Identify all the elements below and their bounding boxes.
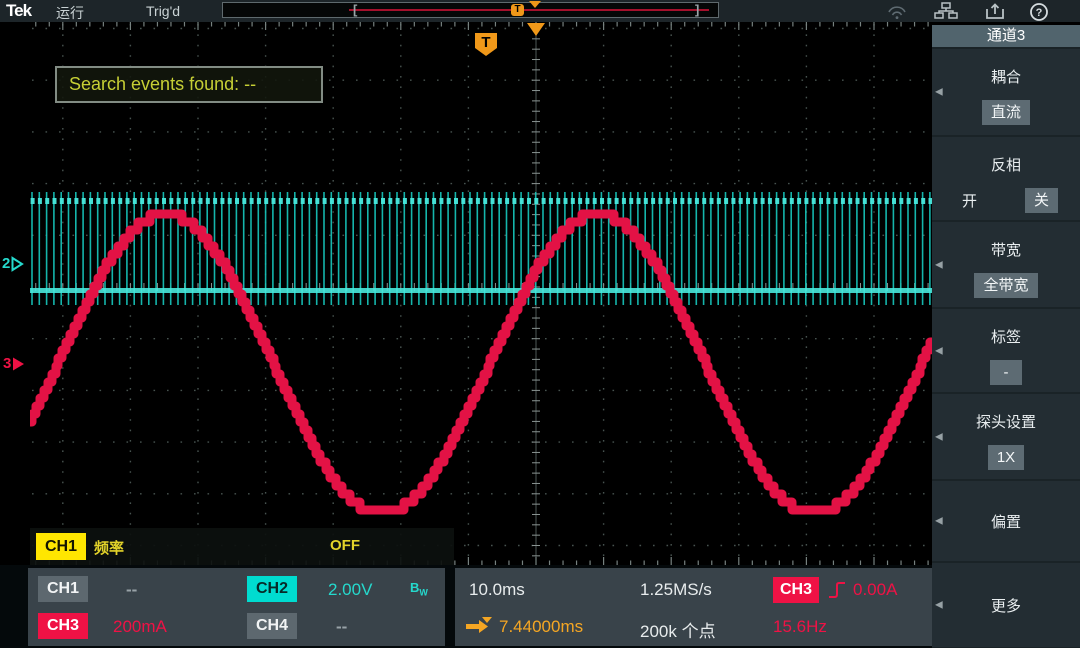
trigger-frequency-value: 15.6Hz (773, 617, 827, 637)
ch3-marker-label: 3 (3, 355, 11, 372)
measurement-type-label: 频率 (94, 537, 124, 558)
record-view-expansion-icon[interactable] (529, 1, 541, 8)
channel-readout-panel: CH1 -- CH2 2.00V BW CH3 200mA CH4 -- (28, 568, 445, 646)
record-view-bracket-right: ] (695, 2, 699, 17)
softkey-arrow-icon: ◀ (935, 516, 943, 527)
tek-logo: Tek (6, 1, 31, 21)
trigger-level-value: 0.00A (853, 580, 897, 600)
ch2-marker-arrow-icon (11, 256, 24, 272)
label-label: 标签 (991, 326, 1021, 347)
ch1-scale-value: -- (126, 580, 137, 600)
ch2-bandwidth-limit-icon: BW (410, 580, 428, 598)
menu-section-bandwidth[interactable]: ◀ 带宽 全带宽 (932, 222, 1080, 307)
horizontal-scale-value: 10.0ms (469, 580, 525, 600)
delay-arrow-icon (465, 616, 493, 636)
measurement-value: OFF (330, 537, 360, 554)
softkey-arrow-icon: ◀ (935, 345, 943, 356)
waveform-display: T (30, 22, 932, 565)
record-length-value: 200k 个点 (640, 617, 716, 642)
menu-section-probe-setup[interactable]: ◀ 探头设置 1X (932, 394, 1080, 479)
ch4-badge[interactable]: CH4 (247, 613, 297, 639)
acquisition-status: 运行 (56, 3, 84, 23)
ch3-scale-value: 200mA (113, 617, 167, 637)
menu-title: 通道3 (932, 25, 1080, 47)
channel3-menu: 通道3 ◀ 耦合 直流 反相 开 关 ◀ 带宽 全带宽 ◀ 标签 - ◀ 探头设… (932, 25, 1080, 648)
measurement-strip[interactable]: CH1 频率 OFF (30, 528, 454, 565)
softkey-arrow-icon: ◀ (935, 259, 943, 270)
offset-label: 偏置 (991, 511, 1021, 532)
record-view-bar[interactable]: [ ] T (222, 2, 719, 18)
search-events-banner: Search events found: -- (55, 66, 323, 103)
softkey-arrow-icon: ◀ (935, 431, 943, 442)
trigger-source-badge[interactable]: CH3 (773, 577, 819, 603)
record-view-trigger-badge[interactable]: T (511, 4, 524, 16)
horizontal-trigger-readout-panel: 10.0ms 1.25MS/s CH3 0.00A 7.44000ms 200k… (455, 568, 932, 646)
measurement-source-badge[interactable]: CH1 (36, 533, 86, 560)
horizontal-delay-value: 7.44000ms (499, 617, 583, 637)
top-status-bar: Tek 运行 Trig'd [ ] T ? (0, 0, 1080, 22)
probe-setup-label: 探头设置 (976, 411, 1036, 432)
record-view-bracket-left: [ (353, 2, 357, 17)
ch2-position-marker[interactable]: 2 (2, 255, 24, 272)
network-icon[interactable] (934, 2, 958, 20)
wifi-icon[interactable] (886, 4, 908, 20)
ch4-scale-value: -- (336, 617, 347, 637)
invert-off-option[interactable]: 关 (1025, 188, 1058, 213)
ch1-badge[interactable]: CH1 (38, 576, 88, 602)
more-label: 更多 (991, 595, 1021, 616)
ch3-badge[interactable]: CH3 (38, 613, 88, 639)
ch2-scale-value: 2.00V (328, 580, 372, 600)
ch2-badge[interactable]: CH2 (247, 576, 297, 602)
bandwidth-label: 带宽 (991, 239, 1021, 260)
sample-rate-value: 1.25MS/s (640, 580, 712, 600)
menu-section-offset[interactable]: ◀ 偏置 (932, 481, 1080, 561)
menu-section-invert[interactable]: 反相 开 关 (932, 137, 1080, 220)
export-icon[interactable] (984, 2, 1006, 20)
label-value-button[interactable]: - (990, 360, 1022, 385)
probe-setup-value-button[interactable]: 1X (988, 445, 1024, 470)
invert-label: 反相 (991, 154, 1021, 175)
softkey-arrow-icon: ◀ (935, 87, 943, 98)
trigger-status: Trig'd (146, 3, 180, 19)
invert-on-option[interactable]: 开 (962, 190, 977, 211)
bandwidth-value-button[interactable]: 全带宽 (974, 273, 1037, 298)
menu-section-more[interactable]: ◀ 更多 (932, 563, 1080, 647)
ch2-marker-label: 2 (2, 255, 10, 272)
trigger-slope-rising-icon (827, 579, 847, 601)
ch3-position-marker[interactable]: 3 (3, 355, 25, 372)
oscilloscope-screen: Tek 运行 Trig'd [ ] T ? T (0, 0, 1080, 648)
trigger-position-marker-label: T (481, 34, 490, 51)
coupling-value-button[interactable]: 直流 (982, 100, 1030, 125)
svg-text:?: ? (1036, 7, 1043, 19)
softkey-arrow-icon: ◀ (935, 600, 943, 611)
help-icon[interactable]: ? (1029, 2, 1049, 22)
record-view-waveform-line (349, 9, 709, 11)
menu-section-label[interactable]: ◀ 标签 - (932, 309, 1080, 392)
coupling-label: 耦合 (991, 66, 1021, 87)
expansion-point-marker-icon[interactable] (527, 23, 545, 36)
ch3-marker-arrow-icon (12, 356, 25, 372)
menu-section-coupling[interactable]: ◀ 耦合 直流 (932, 49, 1080, 135)
